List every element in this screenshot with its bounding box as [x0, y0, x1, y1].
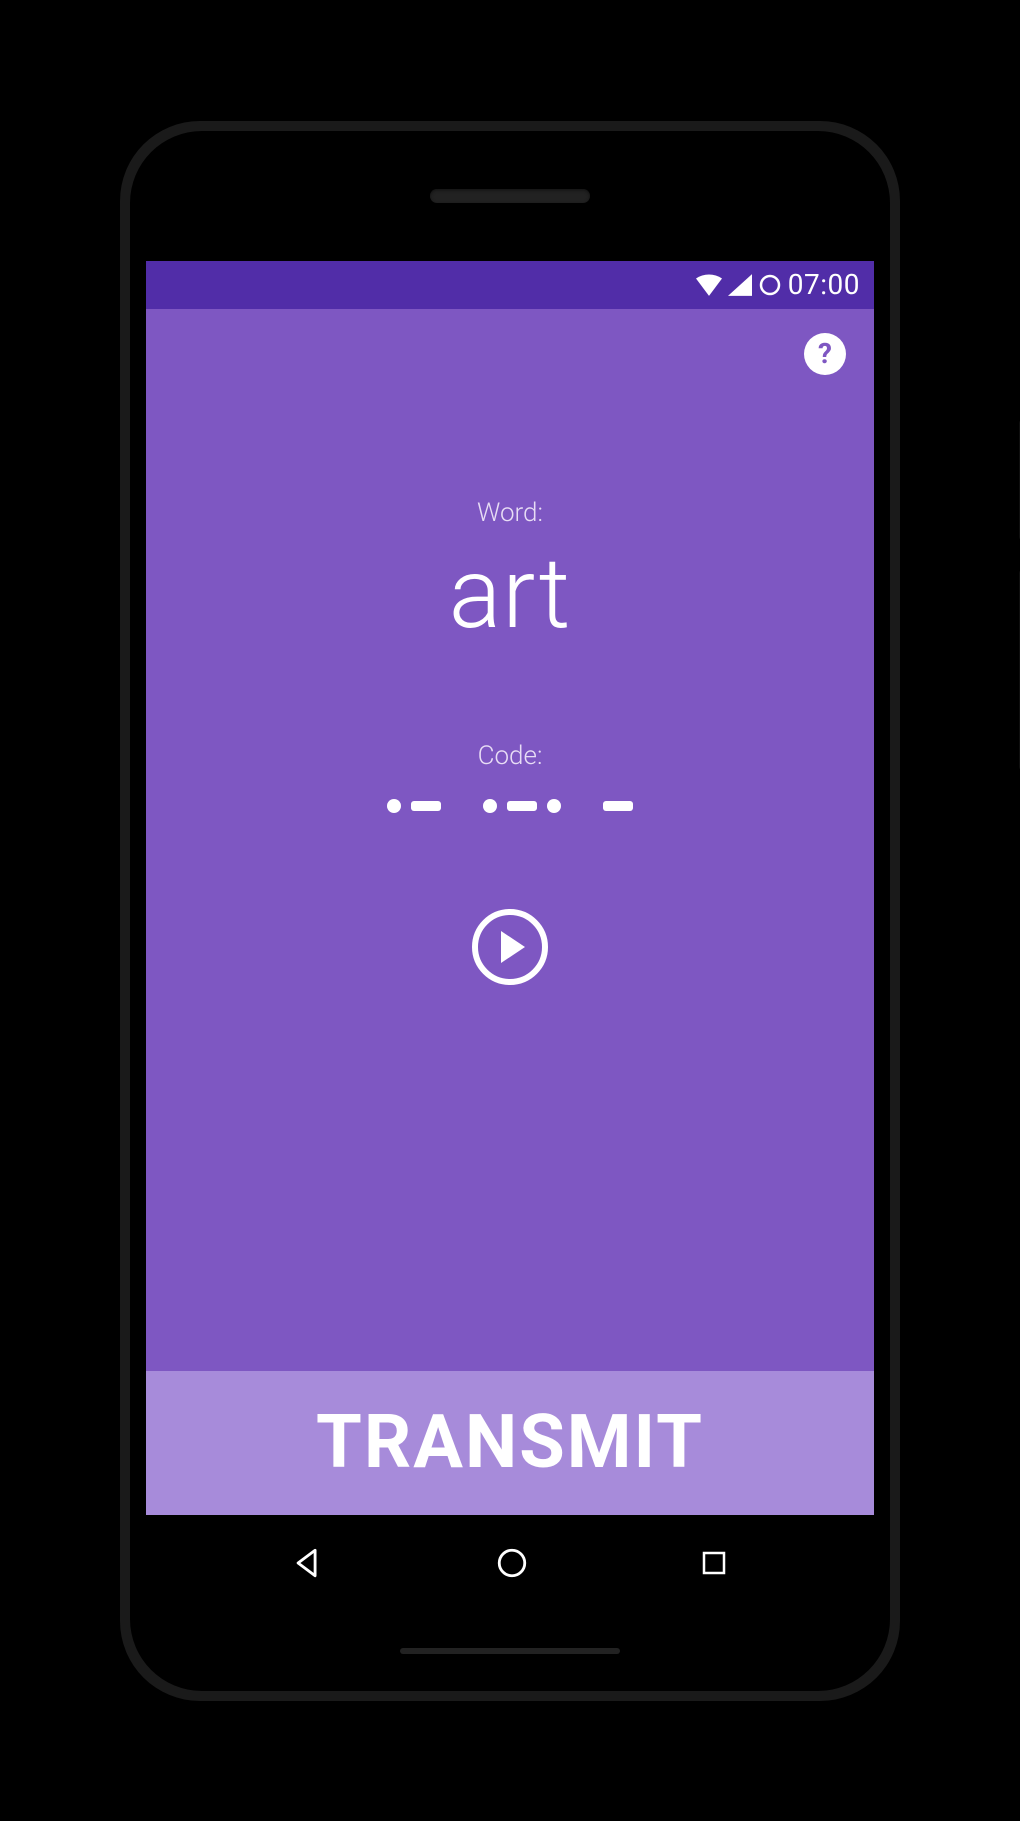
- bottom-speaker-slit: [400, 1648, 620, 1654]
- status-time: 07:00: [788, 268, 860, 301]
- morse-letter: [603, 801, 633, 811]
- morse-dot: [483, 799, 497, 813]
- content-area: Word: art Code:: [146, 383, 874, 1371]
- play-button[interactable]: [472, 909, 548, 985]
- morse-dash: [507, 801, 537, 811]
- phone-top-bezel: [130, 131, 890, 261]
- phone-inner: 07:00 ? Word: art Code:: [130, 131, 890, 1691]
- morse-code: [371, 799, 649, 813]
- status-ring-icon: [758, 273, 782, 297]
- transmit-button[interactable]: TRANSMIT: [146, 1371, 874, 1515]
- screen: 07:00 ? Word: art Code:: [146, 261, 874, 1611]
- speaker-grill: [430, 189, 590, 203]
- cellular-signal-icon: [728, 274, 752, 296]
- recent-apps-button[interactable]: [699, 1548, 729, 1578]
- transmit-label: TRANSMIT: [316, 1399, 704, 1486]
- header-row: ?: [146, 309, 874, 383]
- morse-dash: [603, 801, 633, 811]
- back-button[interactable]: [291, 1546, 325, 1580]
- wifi-icon: [696, 274, 722, 296]
- morse-letter: [387, 799, 441, 813]
- morse-dash: [411, 801, 441, 811]
- word-value: art: [449, 536, 572, 651]
- app-body: ? Word: art Code: TRANSMIT: [146, 309, 874, 1515]
- help-button[interactable]: ?: [804, 333, 846, 375]
- word-label: Word:: [477, 498, 543, 528]
- help-icon: ?: [818, 337, 832, 370]
- status-bar: 07:00: [146, 261, 874, 309]
- phone-bottom-bezel: [130, 1611, 890, 1691]
- morse-dot: [547, 799, 561, 813]
- morse-letter: [483, 799, 561, 813]
- morse-dot: [387, 799, 401, 813]
- home-button[interactable]: [495, 1546, 529, 1580]
- nav-bar: [146, 1515, 874, 1611]
- phone-frame: 07:00 ? Word: art Code:: [120, 121, 900, 1701]
- play-icon: [501, 931, 525, 963]
- code-label: Code:: [478, 741, 543, 771]
